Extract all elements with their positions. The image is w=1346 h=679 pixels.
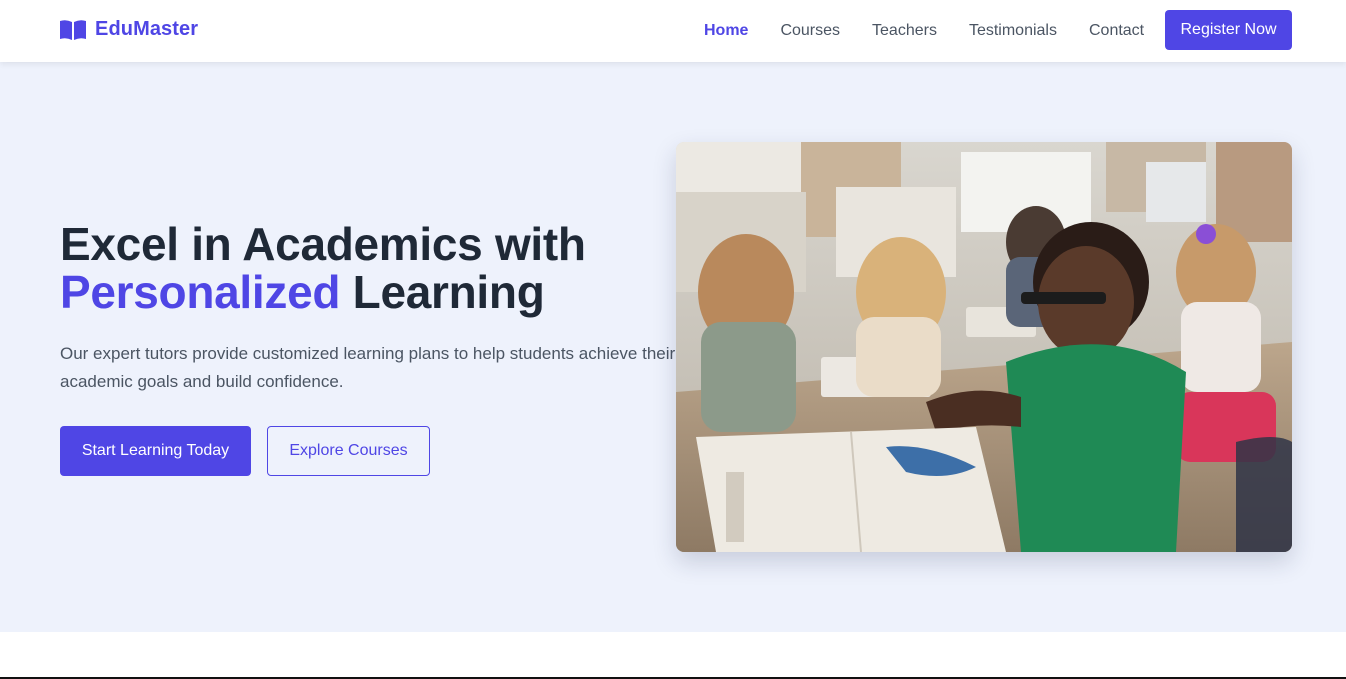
main-nav: Home Courses Teachers Testimonials Conta…: [704, 0, 1176, 62]
nav-link-testimonials[interactable]: Testimonials: [969, 22, 1057, 40]
start-learning-button[interactable]: Start Learning Today: [60, 426, 251, 476]
nav-link-home[interactable]: Home: [704, 22, 748, 40]
hero-section: Excel in Academics with Personalized Lea…: [0, 62, 1346, 632]
hero-title-accent: Personalized: [60, 266, 341, 318]
register-now-button[interactable]: Register Now: [1165, 10, 1292, 50]
hero-title: Excel in Academics with Personalized Lea…: [60, 220, 680, 316]
brand-name: EduMaster: [95, 18, 199, 40]
top-navbar: EduMaster Home Courses Teachers Testimon…: [0, 0, 1346, 62]
hero-subtitle: Our expert tutors provide customized lea…: [60, 344, 676, 391]
explore-courses-button[interactable]: Explore Courses: [267, 426, 430, 476]
classroom-photo: [676, 142, 1292, 552]
open-book-icon: [59, 19, 87, 41]
nav-link-contact[interactable]: Contact: [1089, 22, 1144, 40]
nav-link-courses[interactable]: Courses: [780, 22, 840, 40]
brand-logo[interactable]: EduMaster: [59, 18, 198, 41]
hero-title-rest: Learning: [340, 266, 545, 318]
nav-link-teachers[interactable]: Teachers: [872, 22, 937, 40]
hero-title-line1: Excel in Academics with: [60, 218, 586, 270]
